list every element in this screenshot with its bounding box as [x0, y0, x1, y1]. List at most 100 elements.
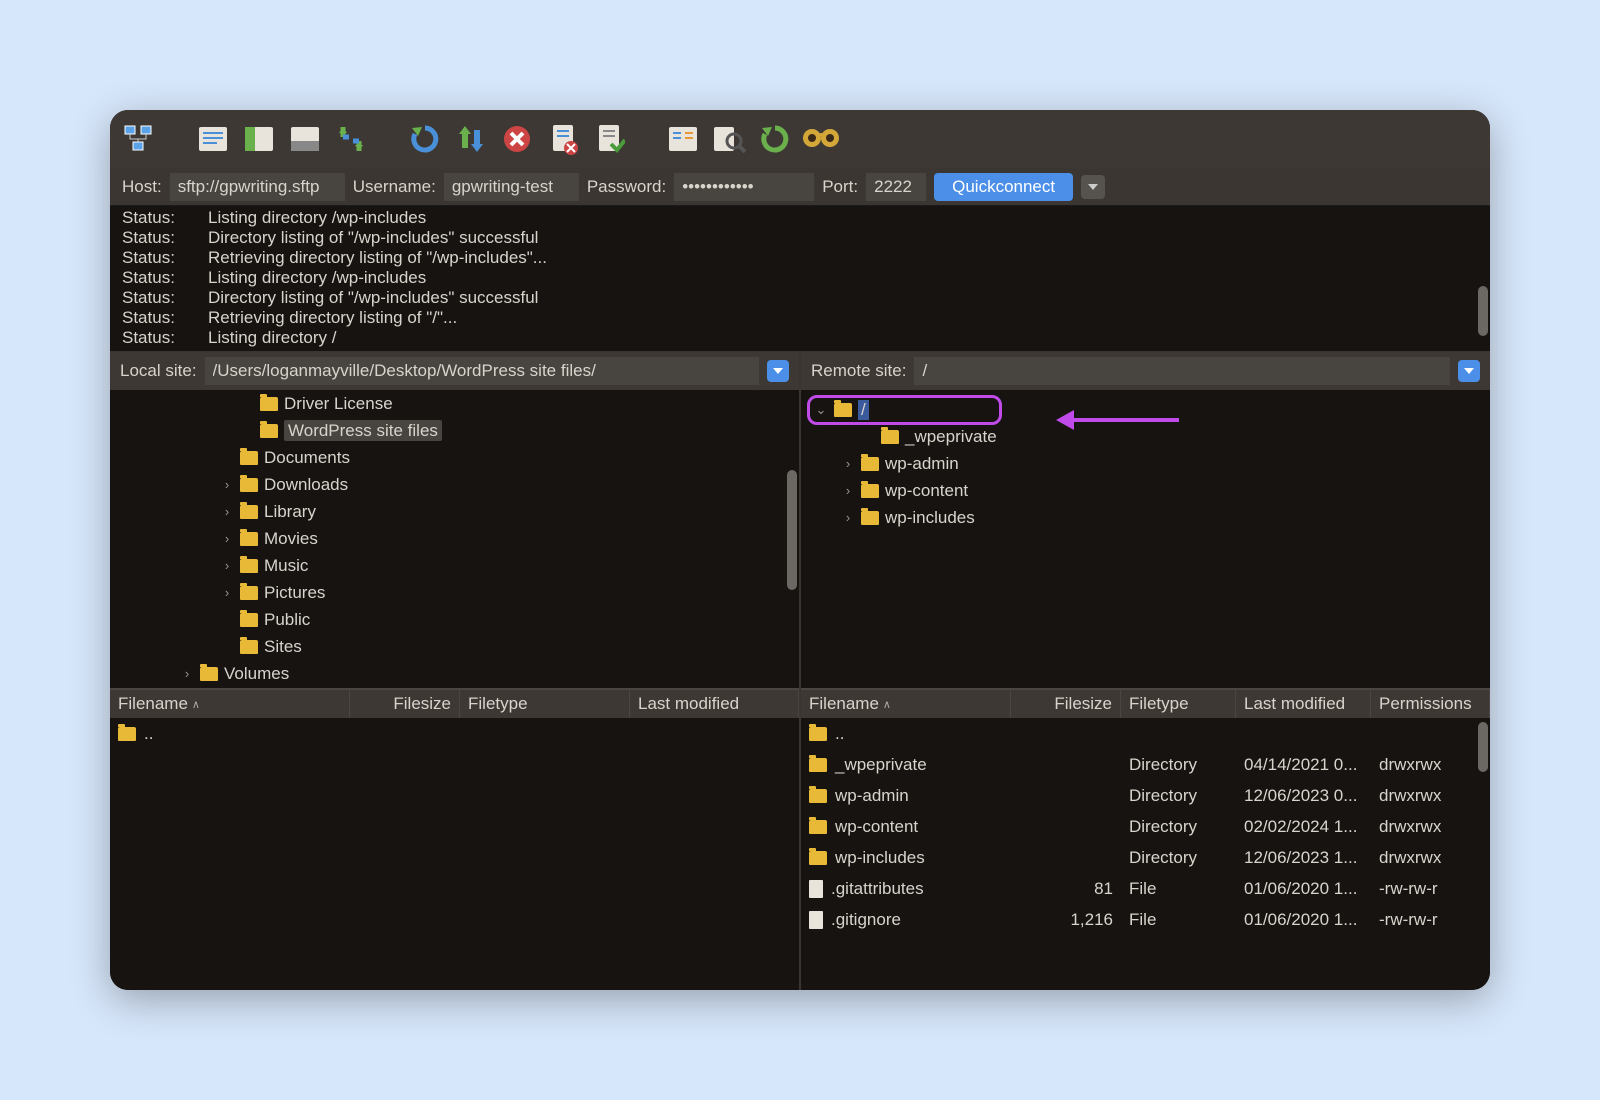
remote-tree[interactable]: ⌄ / _wpeprivate›wp-admin›wp-content›wp-i… [801, 390, 1490, 688]
compare-icon[interactable] [450, 118, 492, 160]
tree-item-label: wp-admin [885, 454, 959, 474]
toggle-log-icon[interactable] [192, 118, 234, 160]
message-log[interactable]: Status:Listing directory /wp-includes Sta… [110, 206, 1490, 351]
folder-icon [240, 532, 258, 546]
list-item[interactable]: .gitattributes81File01/06/2020 1...-rw-r… [801, 873, 1490, 904]
quickconnect-button[interactable]: Quickconnect [934, 173, 1073, 201]
remote-pane: Remote site: ⌄ / _wpeprivate›wp-admin›wp… [801, 351, 1490, 990]
refresh-icon[interactable] [330, 118, 372, 160]
local-file-list[interactable]: .. [110, 718, 799, 990]
remote-path-input[interactable] [914, 357, 1450, 385]
col-filesize[interactable]: Filesize [350, 690, 460, 718]
remote-file-list[interactable]: .._wpeprivateDirectory04/14/2021 0...drw… [801, 718, 1490, 990]
log-line: Status:Listing directory / [122, 328, 1478, 348]
list-item[interactable]: .. [110, 718, 799, 749]
quickconnect-dropdown[interactable] [1081, 175, 1105, 199]
list-item[interactable]: wp-includesDirectory12/06/2023 1...drwxr… [801, 842, 1490, 873]
tree-item[interactable]: ›wp-includes [801, 504, 1490, 531]
list-item[interactable]: wp-contentDirectory02/02/2024 1...drwxrw… [801, 811, 1490, 842]
list-item[interactable]: _wpeprivateDirectory04/14/2021 0...drwxr… [801, 749, 1490, 780]
tree-item-label: Library [264, 502, 316, 522]
folder-icon [240, 478, 258, 492]
expand-icon[interactable]: › [180, 666, 194, 681]
host-label: Host: [122, 177, 162, 197]
col-permissions[interactable]: Permissions [1371, 690, 1490, 718]
disconnect-icon[interactable] [542, 118, 584, 160]
list-item[interactable]: .. [801, 718, 1490, 749]
col-filename[interactable]: Filename∧ [110, 690, 350, 718]
toggle-tree-icon[interactable] [238, 118, 280, 160]
reconnect-icon[interactable] [404, 118, 446, 160]
expand-icon[interactable]: › [220, 558, 234, 573]
process-queue-icon[interactable] [588, 118, 630, 160]
tree-item[interactable]: ›Movies [110, 525, 799, 552]
tree-item-label: Downloads [264, 475, 348, 495]
col-filename[interactable]: Filename∧ [801, 690, 1011, 718]
tree-item[interactable]: › wp-admin [801, 450, 1490, 477]
sitemanager-icon[interactable] [118, 118, 160, 160]
tree-item[interactable]: bin [110, 687, 799, 688]
search-icon[interactable] [708, 118, 750, 160]
tree-item[interactable]: Driver License [110, 390, 799, 417]
folder-icon [809, 851, 827, 865]
local-tree[interactable]: Driver License WordPress site files Docume… [110, 390, 799, 688]
remote-site-label: Remote site: [811, 361, 906, 381]
tree-item[interactable]: › Music [110, 552, 799, 579]
tree-item[interactable]: › Downloads [110, 471, 799, 498]
tree-item[interactable]: ›wp-content [801, 477, 1490, 504]
expand-icon[interactable]: ⌄ [814, 402, 828, 418]
local-list-header: Filename∧ Filesize Filetype Last modifie… [110, 688, 799, 718]
expand-icon[interactable]: › [841, 456, 855, 471]
tree-item[interactable]: Sites [110, 633, 799, 660]
tree-item-label: Documents [264, 448, 350, 468]
col-filetype[interactable]: Filetype [1121, 690, 1236, 718]
folder-icon [834, 403, 852, 417]
tree-item[interactable]: WordPress site files [110, 417, 799, 444]
list-item[interactable]: .gitignore1,216File01/06/2020 1...-rw-rw… [801, 904, 1490, 935]
port-input[interactable] [866, 173, 926, 201]
folder-icon [861, 484, 879, 498]
expand-icon[interactable]: › [220, 531, 234, 546]
scrollbar[interactable] [1478, 722, 1488, 772]
tree-item-label: Driver License [284, 394, 393, 414]
tree-item-label[interactable]: / [858, 400, 869, 420]
sync-browse-icon[interactable] [754, 118, 796, 160]
list-item[interactable]: wp-adminDirectory12/06/2023 0...drwxrwx [801, 780, 1490, 811]
local-path-input[interactable] [205, 357, 759, 385]
expand-icon[interactable]: › [841, 510, 855, 525]
tree-item[interactable]: Documents [110, 444, 799, 471]
scrollbar[interactable] [1478, 286, 1488, 336]
folder-icon [240, 586, 258, 600]
local-path-dropdown[interactable] [767, 360, 789, 382]
quickconnect-bar: Host: Username: Password: Port: Quickcon… [110, 168, 1490, 206]
log-line: Status:Listing directory /wp-includes [122, 208, 1478, 228]
expand-icon[interactable]: › [220, 585, 234, 600]
host-input[interactable] [170, 173, 345, 201]
tree-item-label: WordPress site files [284, 421, 442, 441]
col-modified[interactable]: Last modified [1236, 690, 1371, 718]
expand-icon[interactable]: › [841, 483, 855, 498]
username-input[interactable] [444, 173, 579, 201]
tree-item[interactable]: › Library [110, 498, 799, 525]
filter-icon[interactable] [662, 118, 704, 160]
cancel-icon[interactable] [496, 118, 538, 160]
tree-item-label: Music [264, 556, 308, 576]
password-input[interactable] [674, 173, 814, 201]
password-label: Password: [587, 177, 666, 197]
tree-item[interactable]: ›Volumes [110, 660, 799, 687]
col-filetype[interactable]: Filetype [460, 690, 630, 718]
annotation-arrow [1056, 410, 1179, 430]
toggle-queue-icon[interactable] [284, 118, 326, 160]
tree-item[interactable]: ›Pictures [110, 579, 799, 606]
expand-icon[interactable]: › [220, 477, 234, 492]
local-site-label: Local site: [120, 361, 197, 381]
col-filesize[interactable]: Filesize [1011, 690, 1121, 718]
expand-icon[interactable]: › [220, 504, 234, 519]
tree-item[interactable]: Public [110, 606, 799, 633]
find-icon[interactable] [800, 118, 842, 160]
remote-path-dropdown[interactable] [1458, 360, 1480, 382]
scrollbar[interactable] [787, 470, 797, 590]
col-modified[interactable]: Last modified [630, 690, 799, 718]
file-icon [809, 880, 823, 898]
port-label: Port: [822, 177, 858, 197]
